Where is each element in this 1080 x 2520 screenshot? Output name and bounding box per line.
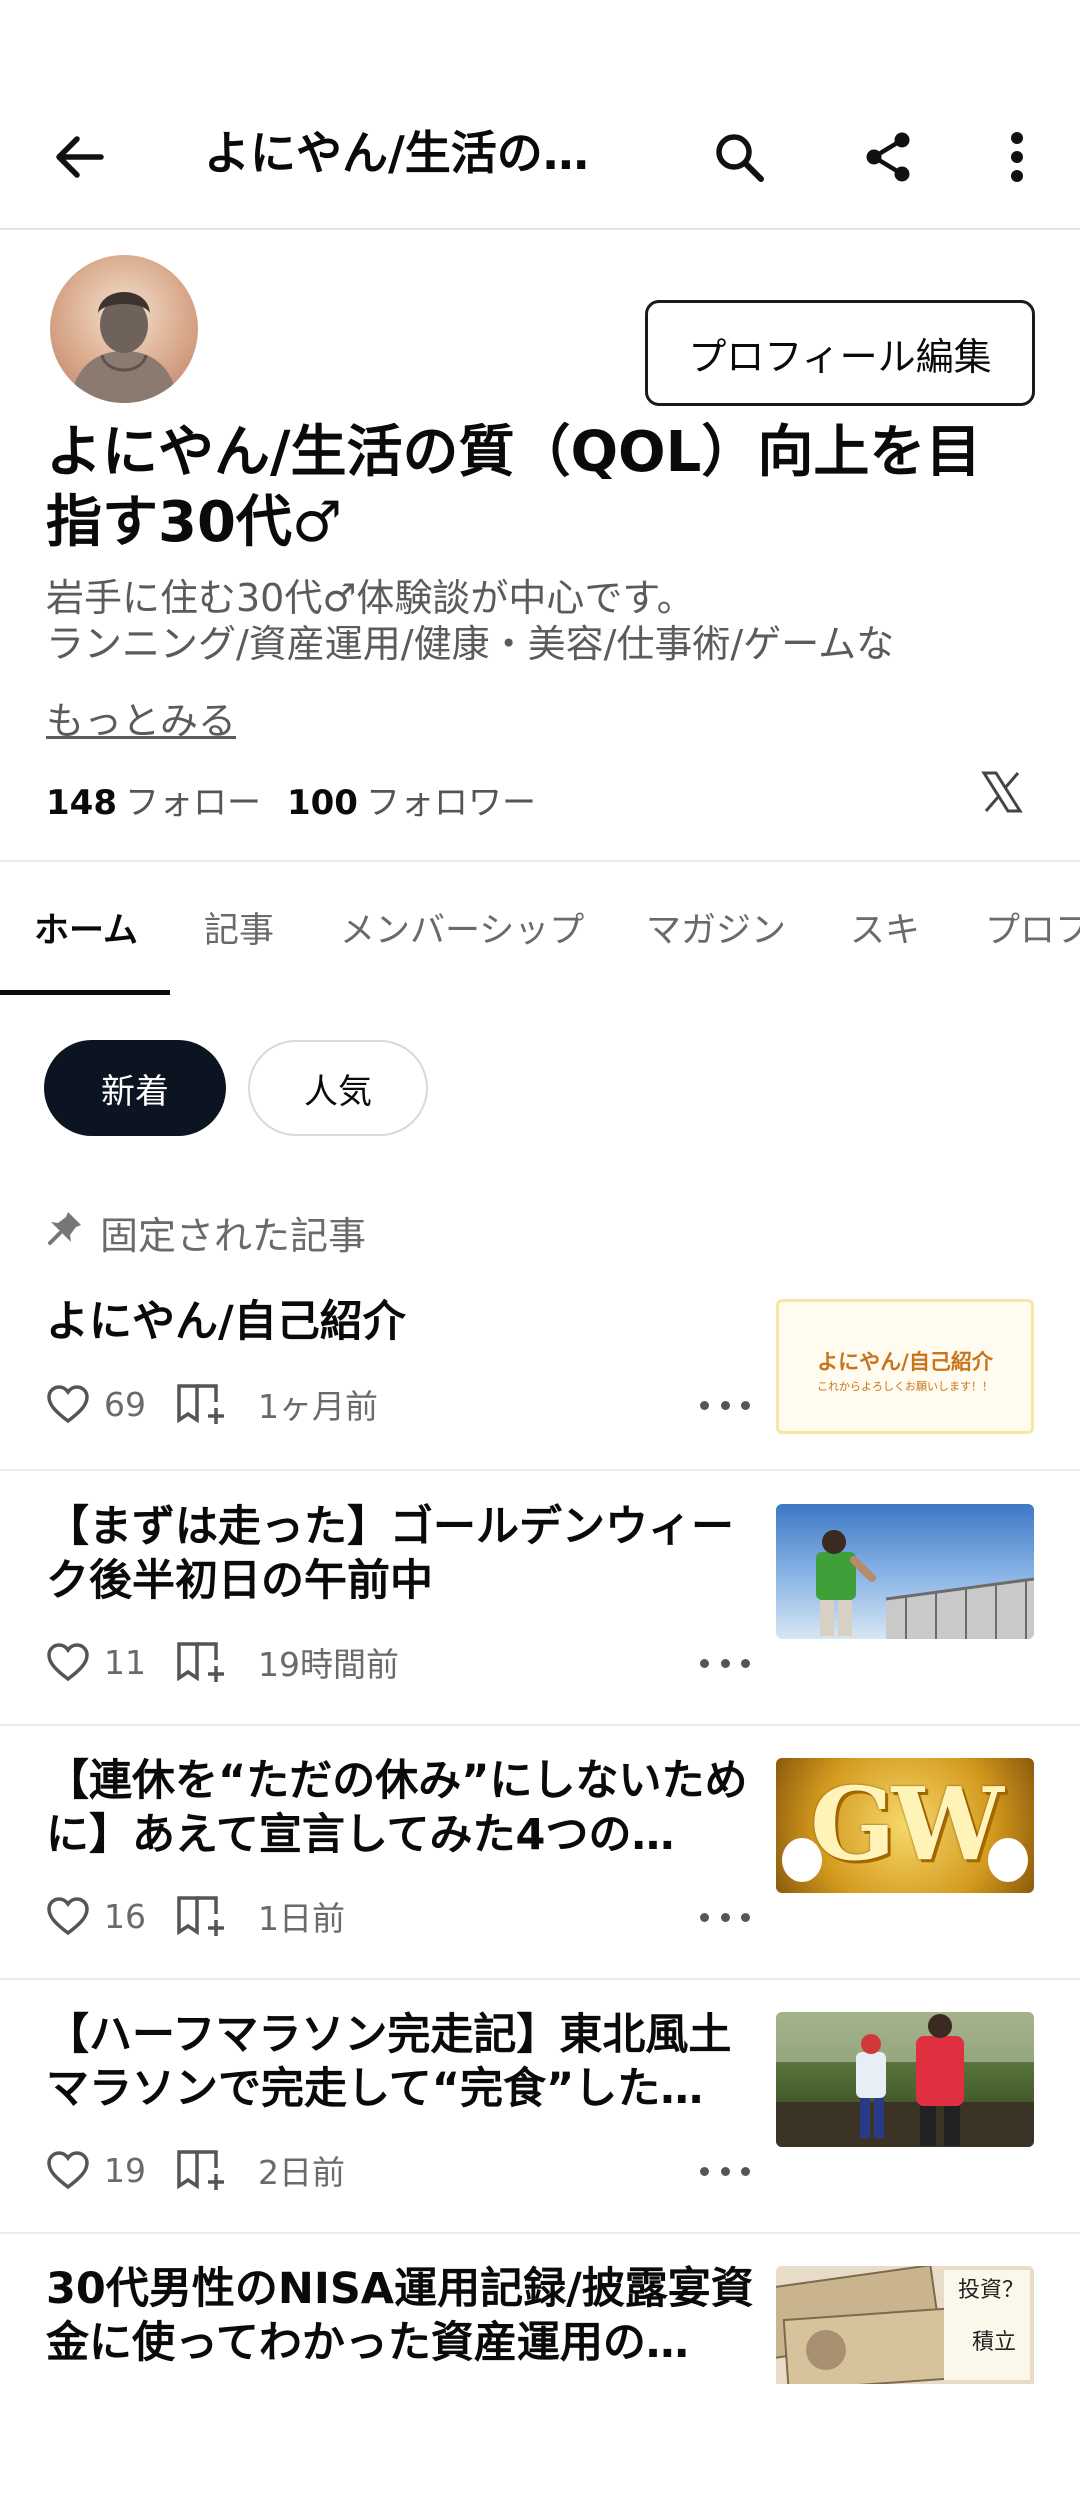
article-title[interactable]: 【連休を“ただの休み”にしないために】あえて宣言してみた4つの… (46, 1754, 756, 1862)
bio-line: ランニング/資産運用/健康・美容/仕事術/ゲームな (46, 622, 895, 666)
followers-count: 100 (286, 783, 358, 823)
thumbnail-title: よにやん/自己紹介 (817, 1350, 993, 1374)
article-thumbnail[interactable] (776, 2012, 1034, 2147)
article-more-icon[interactable] (700, 1395, 750, 1415)
show-more-link[interactable]: もっとみる (46, 690, 236, 745)
bio-line: 岩手に住む30代♂体験談が中心です。 (46, 576, 695, 620)
article-meta: 19 2日前 (46, 2146, 345, 2194)
edit-profile-button[interactable]: プロフィール編集 (645, 300, 1035, 406)
article-more-icon[interactable] (700, 2161, 750, 2181)
following-label: フォロー (124, 783, 261, 823)
follow-stats: 148 フォロー 100 フォロワー (46, 775, 536, 824)
thumbnail-decoration (782, 1838, 822, 1882)
article-title[interactable]: よにやん/自己紹介 (46, 1295, 756, 1349)
article-thumbnail[interactable]: よにやん/自己紹介 これからよろしくお願いします！！ (776, 1299, 1034, 1434)
app-bar-title: よにやん/生活の質（QOL）向上を目指す30代♂ (204, 126, 624, 180)
article-meta: 69 1ヶ月前 (46, 1380, 378, 1428)
article-title[interactable]: 30代男性のNISA運用記録/披露宴資金に使ってわかった資産運用の… (46, 2262, 756, 2370)
tab-membership[interactable]: メンバーシップ (340, 902, 584, 953)
add-to-magazine-icon[interactable] (176, 1382, 258, 1426)
thumbnail-subtitle: これからよろしくお願いします！！ (817, 1380, 993, 1393)
article-title[interactable]: 【ハーフマラソン完走記】東北風土マラソンで完走して“完食”した… (46, 2008, 756, 2116)
like-button[interactable]: 19 (46, 2150, 176, 2190)
x-twitter-icon[interactable] (980, 770, 1024, 814)
app-bar: よにやん/生活の質（QOL）向上を目指す30代♂ (0, 80, 1080, 230)
tab-profile[interactable]: プロフ (985, 902, 1080, 953)
article-more-icon[interactable] (700, 1907, 750, 1927)
like-count: 69 (104, 1384, 146, 1424)
like-count: 19 (104, 2150, 146, 2190)
like-button[interactable]: 16 (46, 1896, 176, 1936)
article-meta: 16 1日前 (46, 1892, 345, 1940)
pinned-articles-header: 固定された記事 (46, 1205, 366, 1260)
share-icon[interactable] (854, 122, 924, 192)
article-time: 1ヶ月前 (258, 1387, 378, 1426)
article-more-icon[interactable] (700, 1653, 750, 1673)
filter-new-chip[interactable]: 新着 (44, 1040, 226, 1136)
tab-home[interactable]: ホーム (34, 902, 138, 953)
article-title[interactable]: 【まずは走った】ゴールデンウィーク後半初日の午前中 (46, 1500, 756, 1608)
heart-icon (47, 1643, 89, 1682)
article-meta: 11 19時間前 (46, 1638, 399, 1686)
heart-icon (47, 2151, 89, 2190)
active-tab-indicator (0, 990, 170, 995)
search-icon[interactable] (704, 122, 774, 192)
divider (0, 2232, 1080, 2234)
tab-magazine[interactable]: マガジン (646, 902, 786, 953)
divider (0, 1724, 1080, 1726)
thumbnail-decoration (988, 1838, 1028, 1882)
divider (0, 1469, 1080, 1471)
more-vertical-icon[interactable] (982, 122, 1052, 192)
pinned-label: 固定された記事 (100, 1214, 367, 1258)
heart-icon (47, 1385, 89, 1424)
followers-count-link[interactable]: 100 フォロワー (287, 775, 536, 824)
article-time: 1日前 (258, 1899, 345, 1938)
article-thumbnail[interactable] (776, 1504, 1034, 1639)
followers-label: フォロワー (365, 783, 536, 823)
profile-tabs: ホーム 記事 メンバーシップ マガジン スキ プロフ (0, 862, 1080, 998)
like-count: 16 (104, 1896, 146, 1936)
following-count-link[interactable]: 148 フォロー (46, 775, 261, 824)
filter-popular-chip[interactable]: 人気 (248, 1040, 428, 1136)
divider (0, 1978, 1080, 1980)
article-time: 19時間前 (258, 1645, 399, 1684)
like-button[interactable]: 11 (46, 1642, 176, 1682)
article-thumbnail[interactable]: GW (776, 1758, 1034, 1893)
profile-name: よにやん/生活の質（QOL）向上を目指す30代♂ (46, 420, 982, 555)
tab-articles[interactable]: 記事 (204, 902, 274, 953)
pin-icon (46, 1209, 84, 1256)
thumbnail-note: 投資？ (958, 2278, 1025, 2303)
tab-likes[interactable]: スキ (850, 902, 920, 953)
like-count: 11 (104, 1642, 146, 1682)
add-to-magazine-icon[interactable] (176, 1894, 258, 1938)
following-count: 148 (46, 783, 117, 823)
avatar[interactable] (50, 255, 198, 403)
heart-icon (47, 1897, 89, 1936)
profile-bio: 岩手に住む30代♂体験談が中心です。 ランニング/資産運用/健康・美容/仕事術/… (46, 575, 1026, 667)
add-to-magazine-icon[interactable] (176, 2148, 258, 2192)
like-button[interactable]: 69 (46, 1384, 176, 1424)
article-time: 2日前 (258, 2153, 345, 2192)
article-thumbnail[interactable]: 投資？ 積立 (776, 2266, 1034, 2384)
back-arrow-icon[interactable] (44, 122, 114, 192)
add-to-magazine-icon[interactable] (176, 1640, 258, 1684)
thumbnail-note: 積立 (972, 2330, 1017, 2355)
